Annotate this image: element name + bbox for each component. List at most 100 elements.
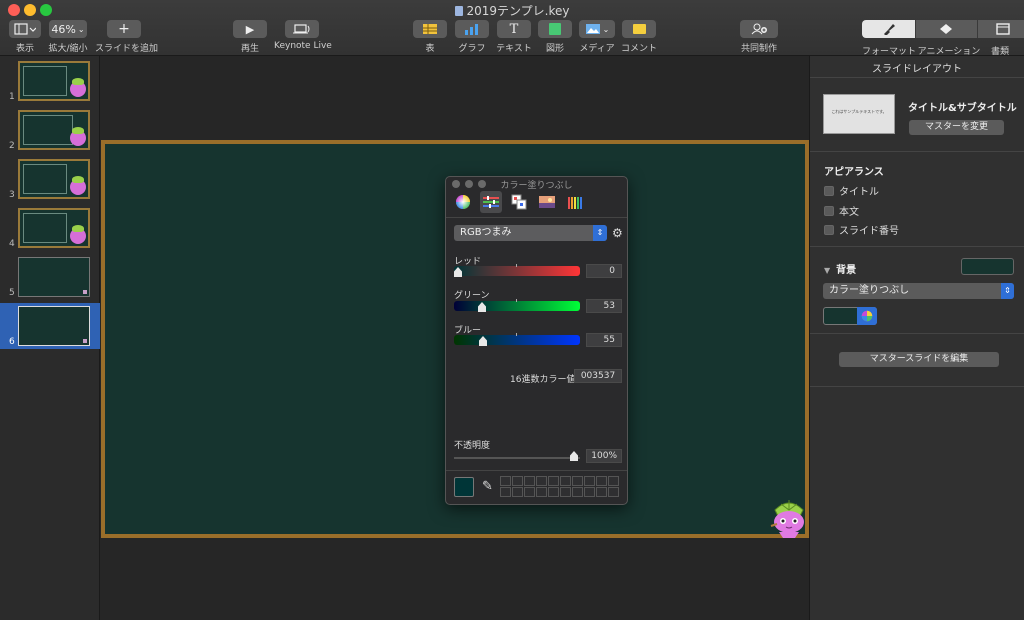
blue-slider[interactable]	[454, 335, 580, 345]
appearance-heading: アピアランス	[824, 167, 884, 178]
zoom-control[interactable]: 46% ⌄ 拡大/縮小	[48, 20, 88, 54]
slide-number-checkbox[interactable]: スライド番号	[824, 222, 899, 237]
color-well[interactable]	[596, 487, 607, 497]
slide-thumbnail[interactable]: 3	[0, 156, 100, 202]
fill-type-select[interactable]: カラー塗りつぶし ⇕	[823, 283, 1014, 299]
slide-thumbnail-selected[interactable]: 6	[0, 303, 100, 349]
hex-color-field[interactable]: 003537	[574, 369, 622, 383]
color-well[interactable]	[536, 487, 547, 497]
add-slide-button[interactable]: + スライドを追加	[95, 20, 159, 54]
color-well[interactable]	[524, 487, 535, 497]
current-color-swatch[interactable]	[454, 477, 474, 497]
slide-preview	[18, 61, 90, 101]
disclosure-triangle-icon: ▼	[824, 266, 831, 275]
checkbox-label: 本文	[839, 207, 859, 218]
shape-button[interactable]: 図形	[537, 20, 573, 54]
document-tab[interactable]	[978, 20, 1024, 38]
color-well[interactable]	[608, 487, 619, 497]
change-master-button[interactable]: マスターを変更	[909, 120, 1004, 135]
blue-value-field[interactable]: 55	[586, 333, 622, 347]
green-midpoint-tick	[516, 299, 517, 302]
view-button[interactable]: 表示	[8, 20, 42, 54]
image-palettes-tab[interactable]	[536, 191, 558, 213]
content-box	[23, 115, 73, 145]
color-well[interactable]	[572, 487, 583, 497]
color-well[interactable]	[512, 487, 523, 497]
color-well[interactable]	[548, 476, 559, 486]
body-checkbox[interactable]: 本文	[824, 203, 859, 218]
add-slide-label: スライドを追加	[95, 44, 159, 54]
checkbox-box	[824, 185, 834, 196]
color-well[interactable]	[524, 476, 535, 486]
background-heading: 背景	[836, 265, 857, 276]
slider-mode-select[interactable]: RGBつまみ ⇕	[454, 225, 607, 241]
slide-preview	[18, 208, 90, 248]
comment-icon	[632, 24, 646, 34]
view-label: 表示	[15, 44, 34, 54]
slide-number: 4	[9, 239, 15, 249]
green-value-field[interactable]: 53	[586, 299, 622, 313]
chart-button[interactable]: グラフ	[454, 20, 490, 54]
shape-icon	[549, 23, 561, 35]
color-well[interactable]	[512, 476, 523, 486]
keynote-file-icon	[454, 6, 463, 16]
window-title: 2019テンプレ.key	[0, 2, 1024, 19]
animate-tab[interactable]	[916, 20, 978, 38]
background-section-toggle[interactable]: ▼ 背景	[824, 261, 856, 276]
play-button[interactable]: ▶ 再生	[232, 20, 268, 54]
color-well[interactable]	[596, 476, 607, 486]
opacity-value-field[interactable]: 100%	[586, 449, 622, 463]
slide-thumbnail[interactable]: 4	[0, 205, 100, 251]
gear-icon[interactable]: ⚙	[612, 226, 623, 240]
collaborate-button[interactable]: 共同制作	[737, 20, 781, 54]
pencils-tab[interactable]	[564, 191, 586, 213]
master-thumbnail[interactable]: これはサンプルテキストです。	[823, 94, 895, 134]
edit-master-slide-button[interactable]: マスタースライドを編集	[839, 352, 999, 367]
title-checkbox[interactable]: タイトル	[824, 183, 879, 198]
opacity-slider-thumb[interactable]	[570, 451, 578, 461]
color-palettes-tab[interactable]	[508, 191, 530, 213]
opacity-slider[interactable]	[454, 457, 580, 459]
color-well[interactable]	[560, 476, 571, 486]
color-sliders-tab[interactable]	[480, 191, 502, 213]
color-mode-tabs	[452, 191, 586, 215]
checkbox-label: タイトル	[839, 187, 879, 198]
mascot-mini-icon	[70, 225, 86, 244]
background-color-swatch[interactable]	[961, 258, 1014, 275]
slide-navigator: 1 2 3 4 5 6	[0, 56, 100, 620]
color-fill-panel: カラー塗りつぶし RGBつまみ ⇕ ⚙ レッド 0 グリーン 53 ブルー 55…	[445, 176, 628, 505]
keynote-live-button[interactable]: Keynote Live	[274, 20, 332, 51]
color-wheel-tab[interactable]	[452, 191, 474, 213]
color-well[interactable]	[548, 487, 559, 497]
slide-preview	[18, 306, 90, 346]
slide-thumbnail[interactable]: 1	[0, 58, 100, 104]
red-value-field[interactable]: 0	[586, 264, 622, 278]
eyedropper-icon[interactable]: ✎	[482, 479, 493, 494]
collaborate-icon	[751, 23, 767, 35]
slide-thumbnail[interactable]: 2	[0, 107, 100, 153]
color-well[interactable]	[572, 476, 583, 486]
media-button[interactable]: ⌄ メディア	[578, 20, 616, 54]
table-button[interactable]: 表	[412, 20, 448, 54]
color-well[interactable]	[584, 476, 595, 486]
slide-marker	[83, 290, 87, 294]
color-well[interactable]	[608, 476, 619, 486]
document-icon	[996, 23, 1010, 35]
chevron-updown-icon: ⇕	[1001, 283, 1014, 299]
text-button[interactable]: T テキスト	[494, 20, 534, 54]
keynote-live-icon	[293, 24, 310, 34]
format-tab[interactable]	[862, 20, 916, 38]
comment-button[interactable]: コメント	[620, 20, 658, 54]
color-well[interactable]	[536, 476, 547, 486]
red-slider[interactable]	[454, 266, 580, 276]
color-well[interactable]	[500, 487, 511, 497]
color-well[interactable]	[560, 487, 571, 497]
color-well[interactable]	[500, 476, 511, 486]
slide-thumbnail[interactable]: 5	[0, 254, 100, 300]
green-slider[interactable]	[454, 301, 580, 311]
panel-title: カラー塗りつぶし	[500, 181, 573, 191]
color-well[interactable]	[584, 487, 595, 497]
color-wheel-button[interactable]	[857, 307, 877, 325]
master-thumbnail-text: これはサンプルテキストです。	[831, 109, 887, 114]
slide-preview	[18, 257, 90, 297]
